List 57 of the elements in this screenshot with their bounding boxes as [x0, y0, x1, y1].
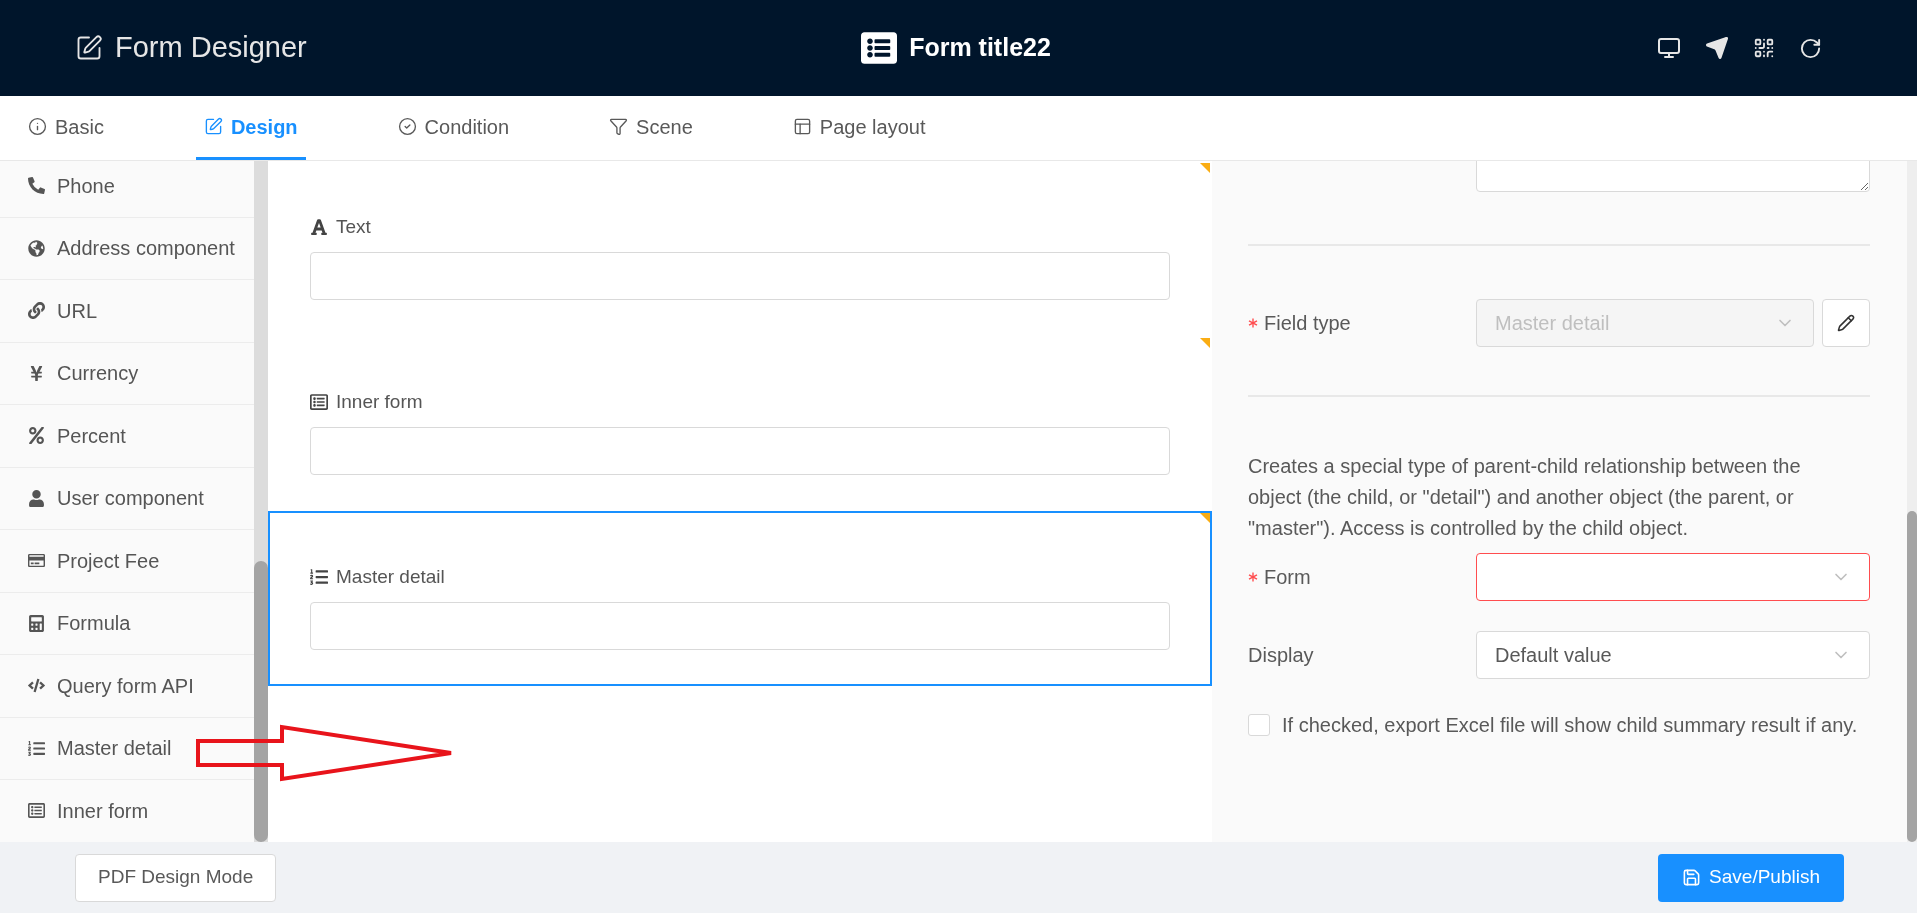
- info-icon: [28, 117, 47, 136]
- checkbox-label: If checked, export Excel file will show child summary result if any.: [1282, 713, 1858, 738]
- field-label: Text: [336, 215, 371, 239]
- pdf-design-mode-button[interactable]: PDF Design Mode: [75, 853, 277, 902]
- scrollbar[interactable]: [1907, 161, 1917, 842]
- form-select[interactable]: [1476, 553, 1870, 601]
- field-label: Field type: [1264, 311, 1351, 336]
- user-icon: [28, 489, 45, 507]
- input-field[interactable]: [310, 601, 1170, 650]
- tab[interactable]: Basic: [20, 96, 112, 160]
- corner-marker-icon: [1200, 163, 1210, 173]
- layout-icon: [792, 117, 812, 136]
- help-text: Creates a special type of parent-child relationship between the object (the child, or "detail") and another object (the parent, or "master"). Access is controlled by the child object.: [1248, 454, 1802, 541]
- globe-icon: [28, 239, 45, 257]
- field-label: Display: [1248, 643, 1314, 668]
- field-label: Form: [1264, 565, 1311, 590]
- form-title: Form title22: [909, 32, 1051, 64]
- monitor-icon[interactable]: [1657, 36, 1681, 60]
- edit-icon: [75, 34, 103, 62]
- field-label: Master detail: [336, 565, 445, 589]
- app-title: Form Designer: [115, 30, 307, 66]
- corner-marker-icon: [1200, 513, 1210, 523]
- letter-a-icon: [310, 218, 328, 237]
- pencil-icon: [1837, 314, 1855, 332]
- code-icon: [28, 677, 45, 695]
- send-icon[interactable]: [1705, 36, 1729, 60]
- list-icon: [310, 393, 328, 412]
- link-icon: [28, 302, 45, 320]
- list-icon: [28, 802, 45, 820]
- tab[interactable]: Page layout: [784, 96, 934, 160]
- corner-marker-icon: [1200, 338, 1210, 348]
- numbered-list-icon: [310, 568, 328, 587]
- tab[interactable]: Scene: [601, 96, 701, 160]
- yen-icon: [28, 364, 45, 382]
- pencil-square-icon: [203, 117, 223, 136]
- scrollbar[interactable]: [254, 161, 268, 842]
- refresh-icon[interactable]: [1799, 36, 1822, 60]
- form-field-card[interactable]: Master detail: [268, 511, 1212, 686]
- card-icon: [28, 552, 45, 570]
- input-field[interactable]: [310, 251, 1170, 300]
- save-icon: [1682, 868, 1702, 887]
- display-select[interactable]: Default value: [1476, 631, 1870, 679]
- form-field-card[interactable]: Text: [268, 161, 1212, 336]
- form-field-card[interactable]: Inner form: [268, 336, 1212, 511]
- phone-icon: [28, 177, 45, 195]
- checkbox[interactable]: [1248, 714, 1270, 736]
- numbered-list-icon: [28, 739, 45, 757]
- calculator-icon: [28, 614, 45, 632]
- qr-code-icon[interactable]: [1753, 37, 1775, 59]
- list-icon: [861, 30, 898, 66]
- funnel-icon: [609, 117, 629, 136]
- check-circle-icon: [397, 117, 417, 136]
- tab[interactable]: Condition: [389, 96, 518, 160]
- percent-icon: [28, 427, 45, 445]
- input-field[interactable]: [310, 426, 1170, 475]
- field-label: Inner form: [336, 390, 423, 414]
- edit-button[interactable]: [1822, 299, 1870, 347]
